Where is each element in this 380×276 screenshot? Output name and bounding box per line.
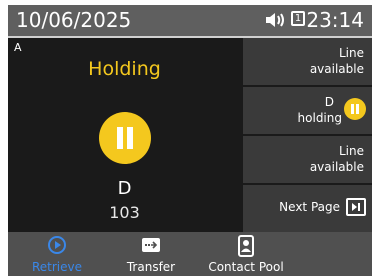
retrieve-icon xyxy=(47,235,67,258)
hold-icon xyxy=(344,98,366,120)
line-keys: Line available D holding Line available … xyxy=(243,38,372,232)
line-key-1-state: available xyxy=(309,62,364,76)
next-page-label: Next Page xyxy=(279,200,340,214)
next-page-icon xyxy=(346,198,366,216)
next-page-key[interactable]: Next Page xyxy=(243,185,372,232)
transfer-label: Transfer xyxy=(126,260,176,274)
caller-name: D xyxy=(117,178,132,199)
line-icon: 1 xyxy=(291,11,305,26)
phone-screen: 10/06/2025 1 23:14 A Holding D 103 Line … xyxy=(8,5,372,276)
retrieve-label: Retrieve xyxy=(31,260,83,274)
contact-pool-icon xyxy=(236,235,256,260)
line-key-1-label: Line xyxy=(338,46,364,60)
contact-pool-button[interactable]: Contact Pool xyxy=(196,232,296,276)
call-status: Holding xyxy=(88,58,161,80)
line-key-2[interactable]: D holding xyxy=(243,87,372,134)
transfer-button[interactable]: Transfer xyxy=(116,232,186,276)
line-key-3-state: available xyxy=(309,160,364,174)
status-bar: 10/06/2025 1 23:14 xyxy=(8,5,372,38)
line-key-3[interactable]: Line available xyxy=(243,136,372,183)
active-call-panel: A Holding D 103 xyxy=(8,38,241,232)
retrieve-button[interactable]: Retrieve xyxy=(24,232,90,276)
softkey-bar: Retrieve Transfer Contact Pool xyxy=(8,232,372,276)
speaker-icon xyxy=(265,12,287,32)
contact-pool-label: Contact Pool xyxy=(208,260,284,274)
call-line-label: A xyxy=(14,41,22,54)
caller-number: 103 xyxy=(109,203,140,222)
line-key-2-state: holding xyxy=(297,111,342,125)
date: 10/06/2025 xyxy=(16,8,132,32)
time: 23:14 xyxy=(306,8,364,32)
line-key-3-label: Line xyxy=(338,144,364,158)
line-key-1[interactable]: Line available xyxy=(243,38,372,85)
pause-icon[interactable] xyxy=(99,112,151,164)
transfer-icon xyxy=(141,235,161,258)
line-key-2-label: D xyxy=(324,95,334,109)
